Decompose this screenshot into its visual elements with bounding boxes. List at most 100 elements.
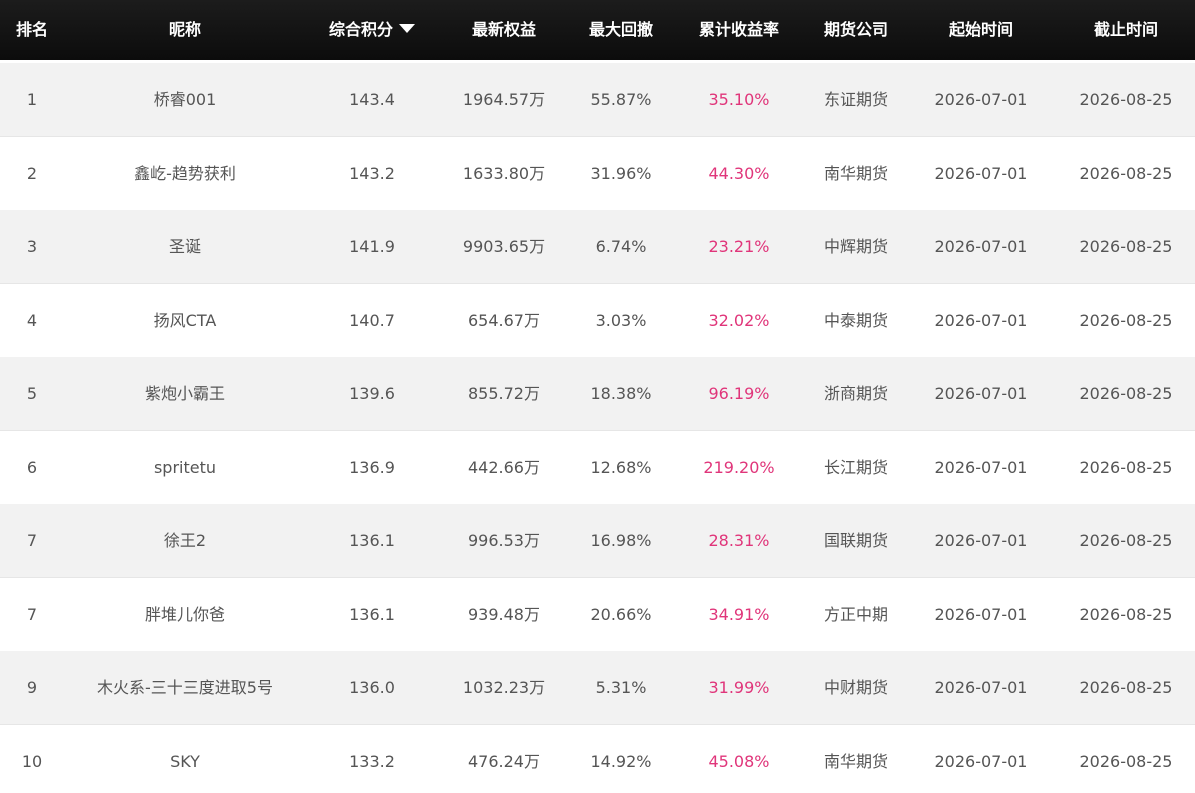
end-time-cell: 2026-08-25 xyxy=(1079,237,1173,256)
end-time-cell: 2026-08-25 xyxy=(1079,90,1173,109)
nickname-cell: 徐王2 xyxy=(163,531,207,550)
start-time-cell: 2026-07-01 xyxy=(934,751,1028,771)
rank-cell: 2 xyxy=(26,163,38,183)
rank-cell: 1 xyxy=(26,90,38,109)
end-time-cell: 2026-08-25 xyxy=(1079,457,1173,477)
cumulative-return-cell: 44.30% xyxy=(708,163,770,183)
start-time-cell: 2026-07-01 xyxy=(934,678,1028,697)
header-nickname: 昵称 xyxy=(168,20,201,39)
nickname-cell: SKY xyxy=(170,751,200,771)
rank-cell: 5 xyxy=(26,384,38,403)
futures-company-cell: 方正中期 xyxy=(823,604,888,624)
futures-company-cell: 中辉期货 xyxy=(823,237,888,256)
score-cell: 136.1 xyxy=(349,531,395,550)
table-row[interactable]: 10 SKY 133.2 476.24万 14.92% 45.08% 南华期货 2026-07… xyxy=(0,724,1195,793)
score-cell: 139.6 xyxy=(349,384,395,403)
table-row[interactable]: 7 徐王2 136.1 996.53万 16.98% 28.31% 国联期货 2026-07-… xyxy=(0,504,1195,578)
cumulative-return-cell: 32.02% xyxy=(708,310,770,330)
cumulative-return-cell: 31.99% xyxy=(708,678,770,697)
table-row[interactable]: 6 spritetu 136.9 442.66万 12.68% 219.20% 长江期货 20… xyxy=(0,430,1195,505)
max-drawdown-cell: 5.31% xyxy=(595,678,647,697)
score-cell: 143.4 xyxy=(349,90,395,109)
nickname-cell: 桥睿001 xyxy=(153,90,217,109)
table-row[interactable]: 2 鑫屹-趋势获利 143.2 1633.80万 31.96% 44.30% 南华期货 202… xyxy=(0,136,1195,211)
end-time-cell: 2026-08-25 xyxy=(1079,531,1173,550)
score-cell: 136.0 xyxy=(349,678,395,697)
equity-cell: 855.72万 xyxy=(468,384,540,403)
equity-cell: 939.48万 xyxy=(468,604,540,624)
rank-cell: 7 xyxy=(26,531,38,550)
equity-cell: 1964.57万 xyxy=(462,90,546,109)
score-cell: 143.2 xyxy=(349,163,395,183)
nickname-cell: 扬风CTA xyxy=(153,310,217,330)
nickname-cell: 木火系-三十三度进取5号 xyxy=(97,678,273,697)
header-score-label: 综合积分 xyxy=(328,20,393,39)
nickname-cell: 鑫屹-趋势获利 xyxy=(134,163,236,183)
futures-company-cell: 中泰期货 xyxy=(823,310,888,330)
start-time-cell: 2026-07-01 xyxy=(934,384,1028,403)
rank-cell: 3 xyxy=(26,237,38,256)
max-drawdown-cell: 3.03% xyxy=(595,310,647,330)
futures-company-cell: 国联期货 xyxy=(823,531,888,550)
rank-cell: 9 xyxy=(26,678,38,697)
cumulative-return-cell: 23.21% xyxy=(708,237,770,256)
header-equity: 最新权益 xyxy=(471,20,536,39)
cumulative-return-cell: 28.31% xyxy=(708,531,770,550)
max-drawdown-cell: 12.68% xyxy=(590,457,652,477)
header-cumulative-return: 累计收益率 xyxy=(698,20,779,39)
score-cell: 136.1 xyxy=(349,604,395,624)
start-time-cell: 2026-07-01 xyxy=(934,90,1028,109)
start-time-cell: 2026-07-01 xyxy=(934,163,1028,183)
max-drawdown-cell: 55.87% xyxy=(590,90,652,109)
score-cell: 141.9 xyxy=(349,237,395,256)
futures-company-cell: 中财期货 xyxy=(823,678,888,697)
futures-company-cell: 浙商期货 xyxy=(823,384,888,403)
rank-cell: 6 xyxy=(26,457,38,477)
end-time-cell: 2026-08-25 xyxy=(1079,751,1173,771)
futures-company-cell: 南华期货 xyxy=(823,751,888,771)
max-drawdown-cell: 6.74% xyxy=(595,237,647,256)
nickname-cell: 圣诞 xyxy=(168,237,201,256)
table-row[interactable]: 3 圣诞 141.9 9903.65万 6.74% 23.21% 中辉期货 2026-07-0… xyxy=(0,210,1195,284)
header-max-drawdown: 最大回撤 xyxy=(588,20,653,39)
max-drawdown-cell: 18.38% xyxy=(590,384,652,403)
nickname-cell: 胖堆儿你爸 xyxy=(144,604,225,624)
score-cell: 133.2 xyxy=(349,751,395,771)
score-cell: 136.9 xyxy=(349,457,395,477)
table-row[interactable]: 1 桥睿001 143.4 1964.57万 55.87% 35.10% 东证期货 2026-… xyxy=(0,63,1195,137)
rank-cell: 10 xyxy=(21,751,43,771)
table-row[interactable]: 4 扬风CTA 140.7 654.67万 3.03% 32.02% 中泰期货 2026-07… xyxy=(0,283,1195,358)
leaderboard-table: 排名 昵称 综合积分 最新权益 最大回撤 累计收益率 期货公司 起始时间 截止时… xyxy=(0,0,1195,793)
equity-cell: 654.67万 xyxy=(468,310,540,330)
end-time-cell: 2026-08-25 xyxy=(1079,678,1173,697)
start-time-cell: 2026-07-01 xyxy=(934,604,1028,624)
max-drawdown-cell: 16.98% xyxy=(590,531,652,550)
table-row[interactable]: 7 胖堆儿你爸 136.1 939.48万 20.66% 34.91% 方正中期 2026-0… xyxy=(0,577,1195,652)
end-time-cell: 2026-08-25 xyxy=(1079,604,1173,624)
nickname-cell: 紫炮小霸王 xyxy=(144,384,225,403)
nickname-cell: spritetu xyxy=(153,457,217,477)
table-row[interactable]: 5 紫炮小霸王 139.6 855.72万 18.38% 96.19% 浙商期货 2026-0… xyxy=(0,357,1195,431)
end-time-cell: 2026-08-25 xyxy=(1079,384,1173,403)
rank-cell: 4 xyxy=(26,310,38,330)
equity-cell: 996.53万 xyxy=(468,531,540,550)
futures-company-cell: 长江期货 xyxy=(823,457,888,477)
sort-desc-triangle-icon[interactable] xyxy=(399,24,415,33)
cumulative-return-cell: 45.08% xyxy=(708,751,770,771)
table-row[interactable]: 9 木火系-三十三度进取5号 136.0 1032.23万 5.31% 31.99% 中财期… xyxy=(0,651,1195,725)
equity-cell: 442.66万 xyxy=(468,457,540,477)
start-time-cell: 2026-07-01 xyxy=(934,237,1028,256)
cumulative-return-cell: 219.20% xyxy=(703,457,775,477)
equity-cell: 9903.65万 xyxy=(462,237,546,256)
equity-cell: 1032.23万 xyxy=(462,678,546,697)
rank-cell: 7 xyxy=(26,604,38,624)
header-score-sort[interactable]: 综合积分 xyxy=(320,0,424,60)
header-futures-company: 期货公司 xyxy=(823,20,888,39)
cumulative-return-cell: 96.19% xyxy=(708,384,770,403)
max-drawdown-cell: 14.92% xyxy=(590,751,652,771)
start-time-cell: 2026-07-01 xyxy=(934,457,1028,477)
futures-company-cell: 南华期货 xyxy=(823,163,888,183)
end-time-cell: 2026-08-25 xyxy=(1079,310,1173,330)
cumulative-return-cell: 35.10% xyxy=(708,90,770,109)
table-header: 排名 昵称 综合积分 最新权益 最大回撤 累计收益率 期货公司 起始时间 截止时… xyxy=(0,0,1195,60)
